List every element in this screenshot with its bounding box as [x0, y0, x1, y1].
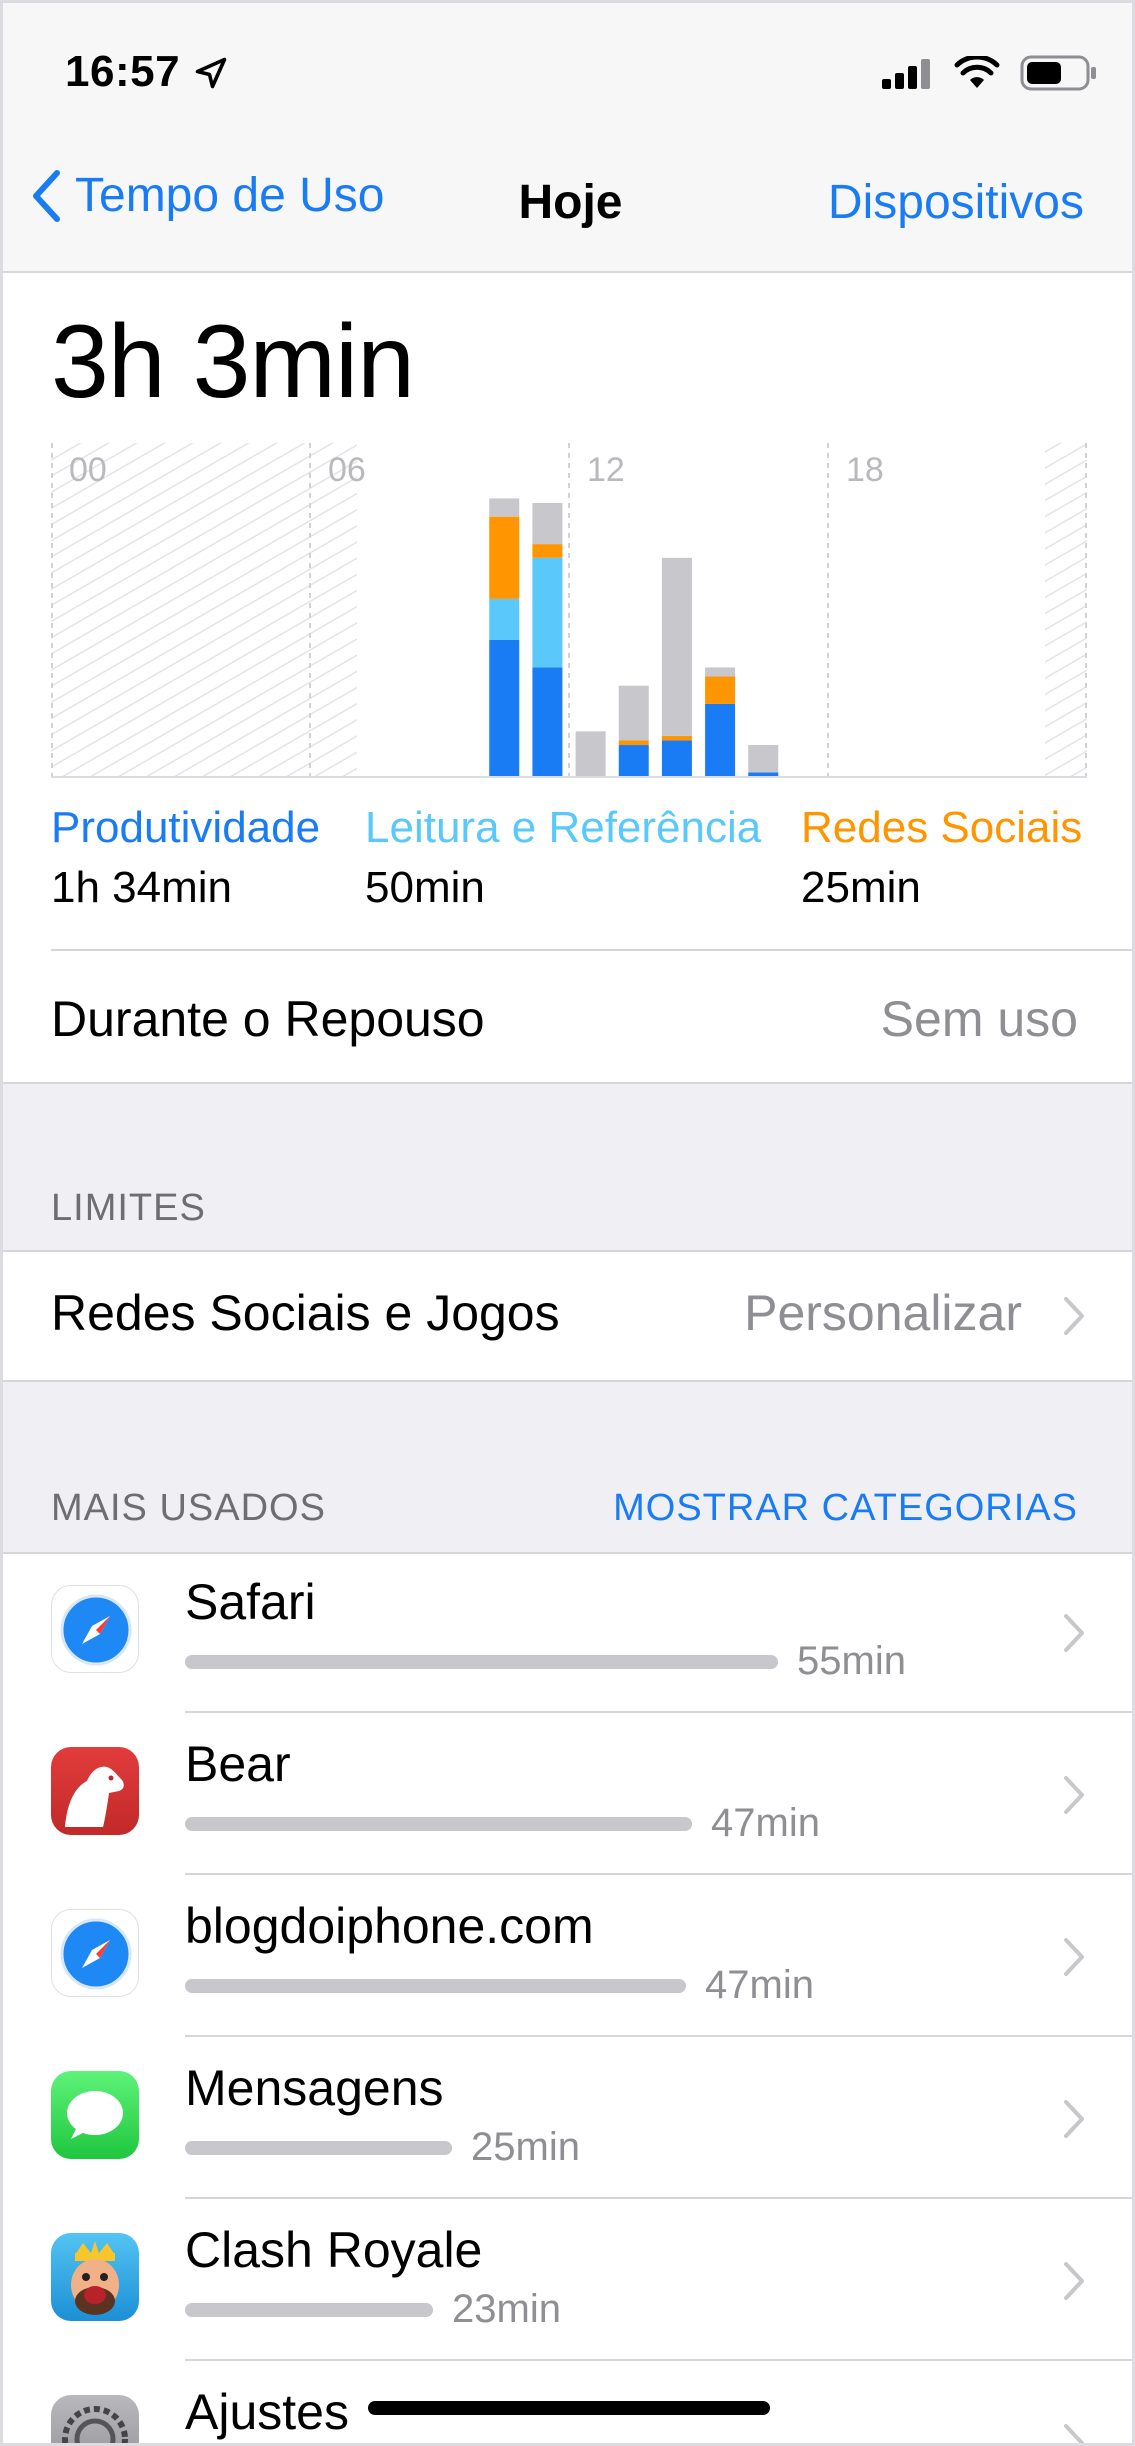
- chevron-right-icon: [1064, 2100, 1084, 2138]
- back-button[interactable]: Tempo de Uso: [31, 168, 385, 223]
- legend-leitura[interactable]: Leitura e Referência 50min: [365, 803, 761, 913]
- list-item-blogdoiphone[interactable]: blogdoiphone.com 47min: [3, 1875, 1132, 2037]
- chevron-right-icon: [1064, 1614, 1084, 1652]
- bar-segment-redes-sociais-10: [489, 516, 520, 599]
- x-tick-label: 18: [846, 451, 884, 489]
- screen: 16:57 Tempo de Uso Hoje Dispositivos 3h …: [0, 0, 1135, 2446]
- most-used-section-header: MAIS USADOS: [51, 1487, 326, 1529]
- navigation-bar: 16:57 Tempo de Uso Hoje Dispositivos: [3, 3, 1132, 273]
- x-tick-label: 06: [328, 451, 366, 489]
- x-tick-label: 12: [587, 451, 625, 489]
- wifi-icon: [954, 56, 1000, 88]
- limits-section-header: LIMITES: [51, 1187, 206, 1229]
- app-time: 25min: [471, 2125, 580, 2169]
- app-time: 23min: [452, 2287, 561, 2331]
- list-item-safari[interactable]: Safari 55min: [3, 1551, 1132, 1713]
- usage-chart-svg: 00 06 12 18: [51, 443, 1087, 778]
- back-button-label: Tempo de Uso: [75, 169, 385, 222]
- status-time: 16:57: [65, 47, 181, 96]
- bar-segment-redes-sociais-13: [618, 740, 649, 746]
- usage-bar: [185, 1655, 778, 1669]
- downtime-shading-night: [51, 443, 357, 777]
- chevron-right-icon: [1064, 2262, 1084, 2300]
- list-item-clash-royale[interactable]: Clash Royale 23min: [3, 2199, 1132, 2361]
- app-time: 55min: [797, 1639, 906, 1683]
- chevron-right-icon: [1064, 1776, 1084, 1814]
- downtime-value: Sem uso: [880, 991, 1078, 1047]
- bar-segment-redes-sociais-15: [705, 676, 736, 704]
- x-tick-label: 00: [69, 451, 107, 489]
- bar-segment-produtividade-15: [705, 703, 736, 777]
- app-time: 47min: [705, 1963, 814, 2007]
- app-name: Clash Royale: [185, 2222, 483, 2278]
- bar-segment-outros-10: [489, 498, 520, 517]
- usage-bar: [185, 2303, 433, 2317]
- devices-button[interactable]: Dispositivos: [828, 175, 1084, 230]
- home-indicator: [368, 2401, 770, 2415]
- bar-segment-produtividade-11: [532, 667, 563, 777]
- app-name: Bear: [185, 1736, 291, 1792]
- chevron-right-icon: [1064, 1938, 1084, 1976]
- legend-label: Produtividade: [51, 803, 321, 852]
- usage-bar: [185, 2141, 452, 2155]
- messages-icon: [51, 2071, 139, 2159]
- legend-label: Leitura e Referência: [365, 803, 762, 852]
- usage-chart: 00 06 12 18: [51, 443, 1087, 783]
- settings-icon: [51, 2395, 139, 2443]
- bar-segment-produtividade-13: [618, 745, 649, 777]
- safari-icon: [51, 1585, 139, 1673]
- safari-icon: [51, 1909, 139, 1997]
- chevron-left-icon: [33, 169, 60, 222]
- status-icons: [882, 55, 1098, 91]
- chevron-right-icon: [1064, 2424, 1084, 2443]
- legend-value: 25min: [801, 863, 921, 912]
- usage-bar: [185, 1979, 686, 1993]
- app-time: 47min: [711, 1801, 820, 1845]
- bar-segment-leitura-e-referência-11: [532, 557, 563, 668]
- app-name: blogdoiphone.com: [185, 1898, 594, 1954]
- bar-segment-redes-sociais-11: [532, 544, 563, 558]
- list-item-bear[interactable]: Bear 47min: [3, 1713, 1132, 1875]
- show-categories-link[interactable]: MOSTRAR CATEGORIAS: [613, 1487, 1078, 1530]
- clash-royale-icon: [51, 2233, 139, 2321]
- downtime-label: Durante o Repouso: [51, 991, 485, 1047]
- bar-segment-produtividade-14: [661, 740, 692, 777]
- location-arrow-icon: [195, 57, 227, 89]
- legend-label: Redes Sociais: [801, 803, 1083, 852]
- legend-produtividade[interactable]: Produtividade 1h 34min: [51, 803, 320, 913]
- bar-segment-redes-sociais-14: [661, 735, 692, 741]
- bar-segment-produtividade-10: [489, 640, 520, 777]
- total-screen-time: 3h 3min: [51, 304, 415, 420]
- cellular-signal-icon: [882, 59, 930, 89]
- bar-segment-outros-15: [705, 667, 736, 677]
- legend-value: 1h 34min: [51, 863, 233, 912]
- limits-row-value: Personalizar: [744, 1285, 1022, 1341]
- app-name: Ajustes: [185, 2384, 349, 2440]
- battery-icon: [1020, 55, 1096, 91]
- chevron-right-icon: [1064, 1297, 1084, 1335]
- app-name: Safari: [185, 1574, 316, 1630]
- chart-bars: [489, 498, 779, 777]
- limits-row-label: Redes Sociais e Jogos: [51, 1285, 560, 1341]
- list-item-mensagens[interactable]: Mensagens 25min: [3, 2037, 1132, 2199]
- downtime-shading-late: [1045, 443, 1087, 777]
- bar-segment-outros-13: [618, 685, 649, 741]
- legend-redes-sociais[interactable]: Redes Sociais 25min: [801, 803, 1082, 913]
- divider: [51, 949, 1132, 951]
- bar-segment-outros-14: [661, 557, 692, 736]
- bar-segment-outros-12: [575, 731, 606, 777]
- bar-segment-outros-16: [748, 745, 779, 773]
- usage-bar: [185, 1817, 692, 1831]
- legend-value: 50min: [365, 863, 485, 912]
- limits-row[interactable]: Redes Sociais e Jogos Personalizar: [3, 1250, 1132, 1380]
- bear-icon: [51, 1747, 139, 1835]
- bar-segment-outros-11: [532, 503, 563, 545]
- app-name: Mensagens: [185, 2060, 444, 2116]
- bar-segment-leitura-e-referência-10: [489, 598, 520, 640]
